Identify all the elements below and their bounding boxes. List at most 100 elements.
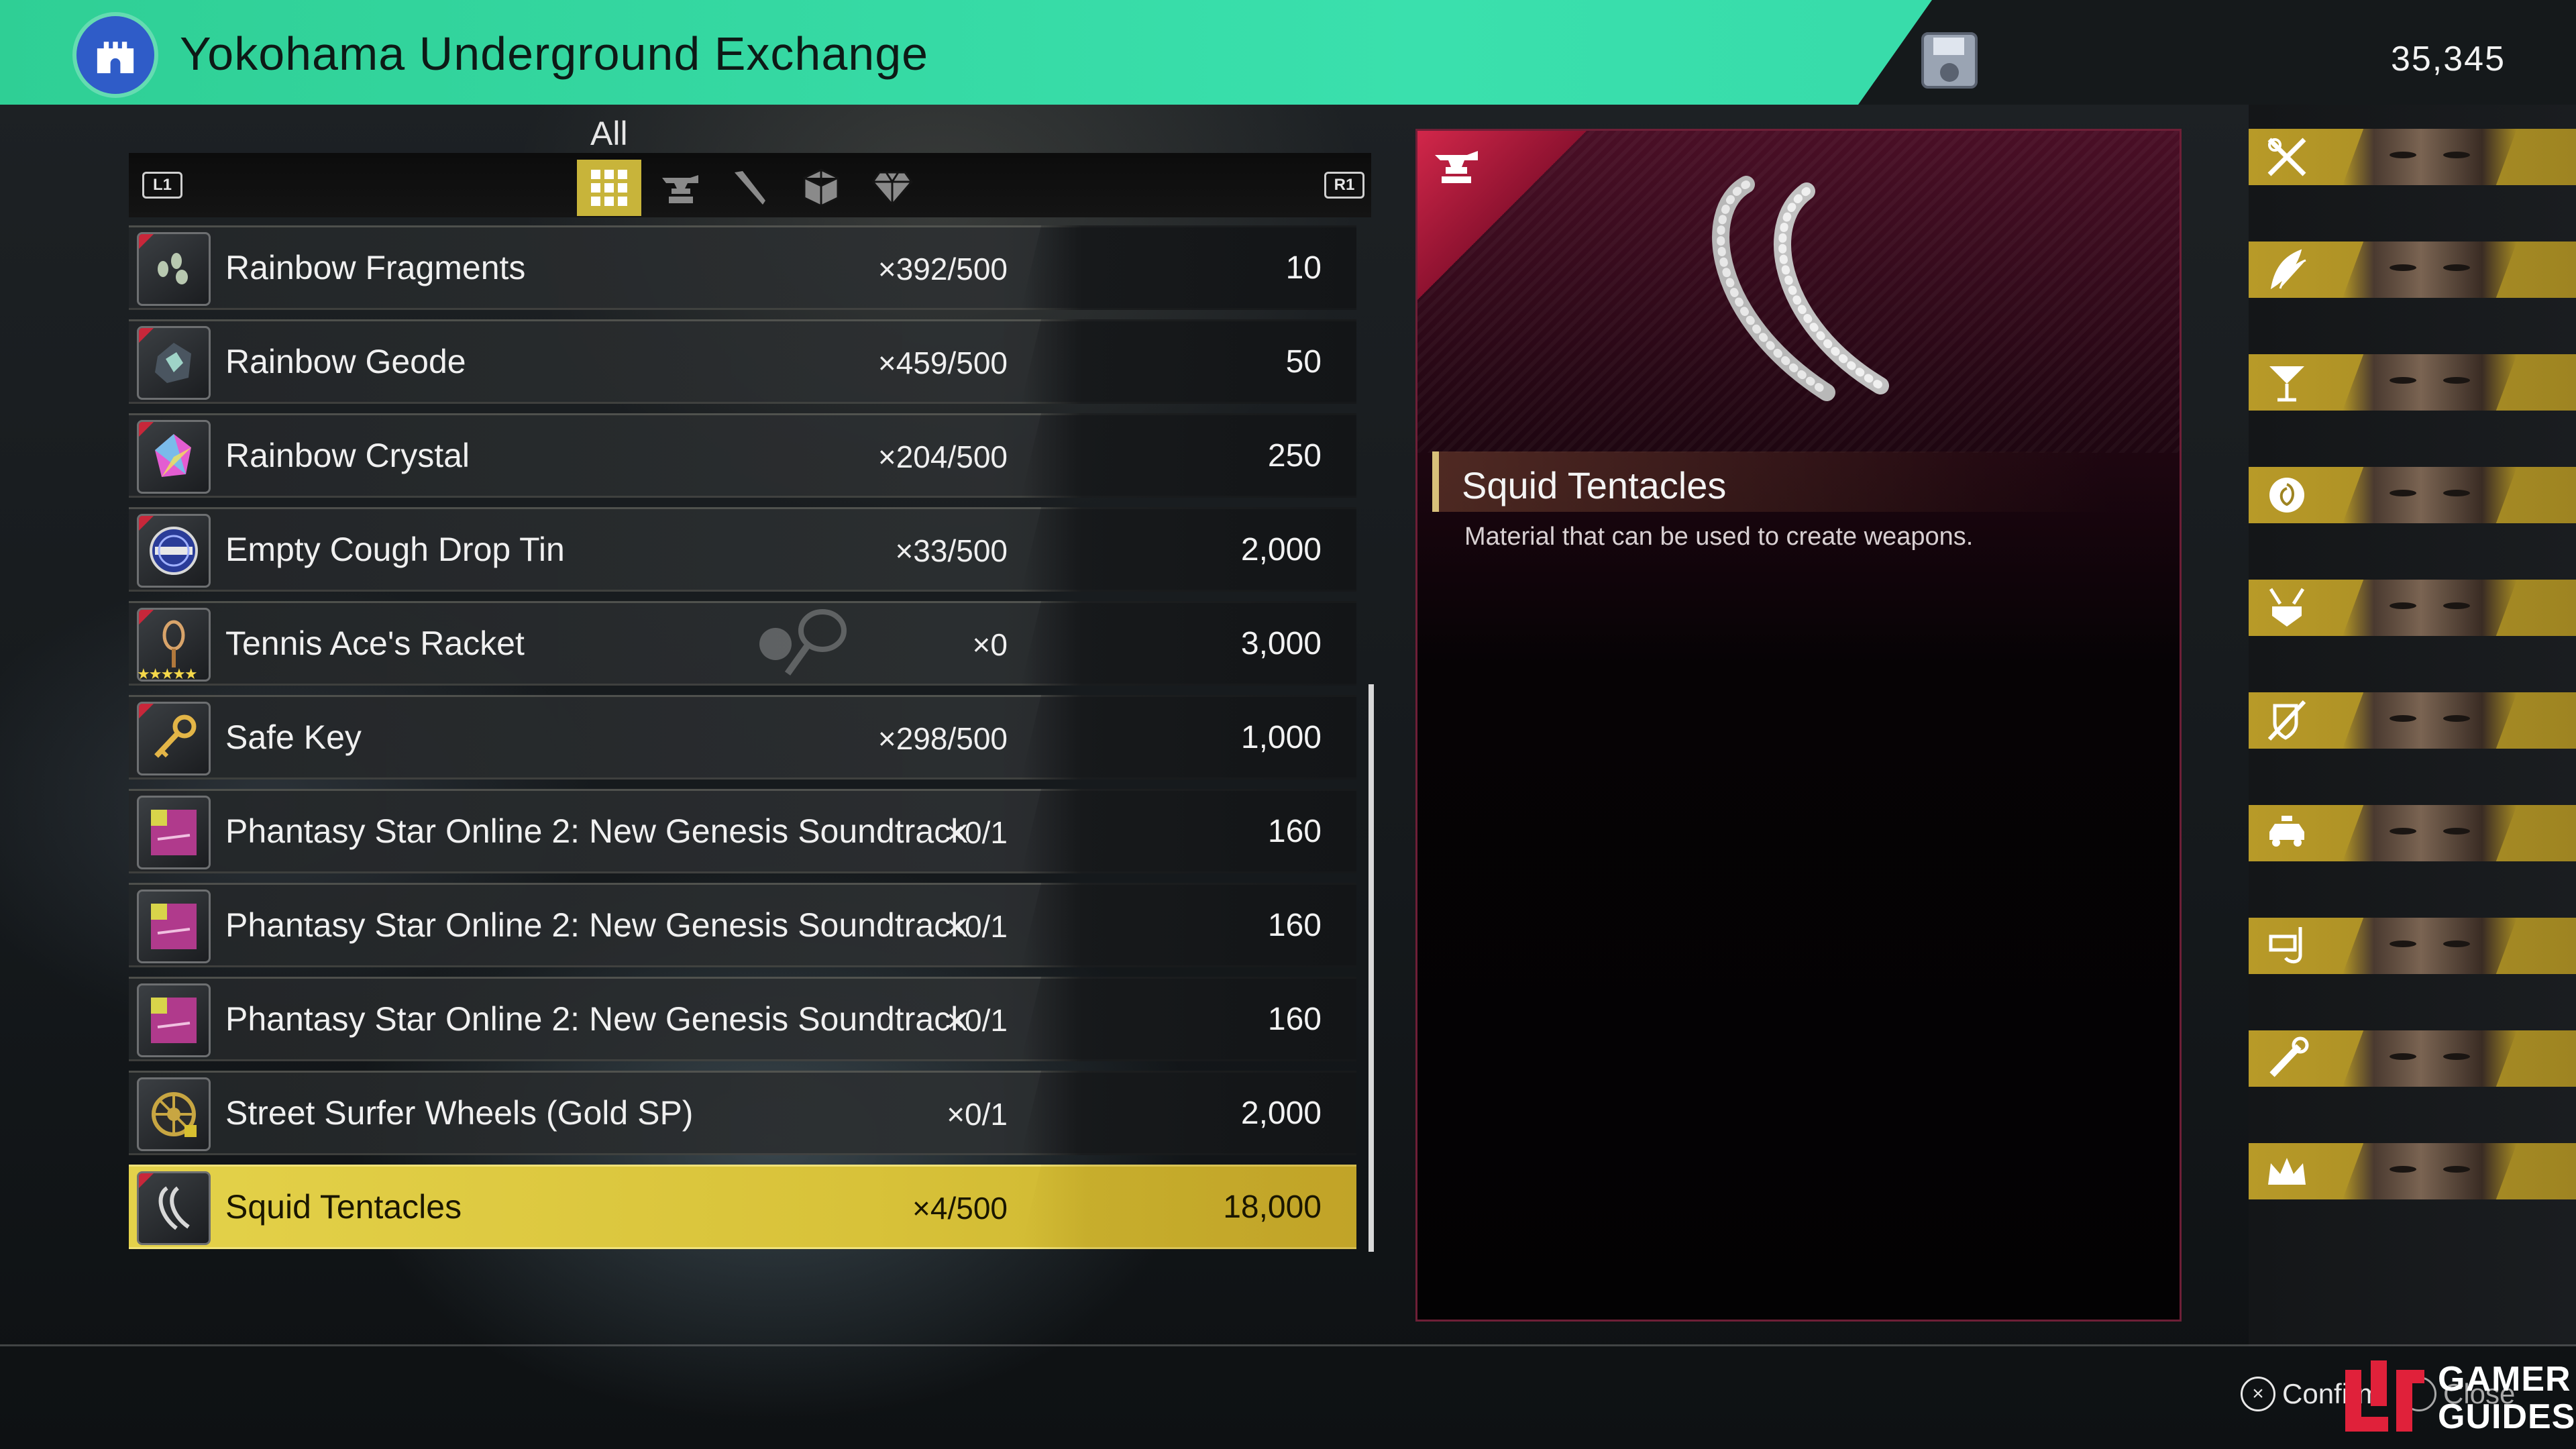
item-quantity: ×33/500 [895,533,1008,568]
crown-icon [2268,1158,2306,1185]
item-quantity: ×0/1 [947,815,1008,850]
item-name: Street Surfer Wheels (Gold SP) [225,1094,694,1132]
item-price: 160 [1267,814,1322,849]
tab-tools[interactable] [718,160,782,216]
samurai-helmet-icon [2269,588,2305,627]
list-item[interactable]: Safe Key ×298/500 1,000 [129,695,1356,780]
item-price: 160 [1267,1002,1322,1037]
item-quantity: ×0/1 [947,1097,1008,1132]
crossed-swords-icon [2267,138,2306,176]
tab-materials[interactable] [648,160,712,216]
detail-item-name: Squid Tentacles [1462,464,1727,506]
save-icon [1917,28,1982,93]
item-price: 2,000 [1240,1095,1322,1131]
item-quantity: ×204/500 [877,439,1008,474]
list-item[interactable]: Rainbow Crystal ×204/500 250 [129,413,1356,498]
item-name: Phantasy Star Online 2: New Genesis Soun… [225,812,968,850]
item-quantity: ×0 [972,627,1008,662]
snorkel-icon [2269,927,2302,963]
list-item[interactable]: Rainbow Fragments ×392/500 10 [129,225,1356,310]
list-item[interactable]: Rainbow Geode ×459/500 50 [129,319,1356,404]
item-quantity: ×0/1 [947,1003,1008,1038]
party-member[interactable] [2249,1143,2576,1199]
tab-all[interactable] [577,160,641,216]
geode-icon [137,326,211,400]
feathers-icon [2270,249,2306,290]
item-name: Phantasy Star Online 2: New Genesis Soun… [225,1000,968,1038]
list-item-selected[interactable]: Squid Tentacles ×4/500 18,000 [129,1165,1356,1249]
item-price: 160 [1267,908,1322,943]
crystal-icon [137,420,211,494]
rarity-stars: ★★★★★ [137,665,198,682]
tentacle-icon [137,1171,211,1245]
list-item[interactable]: Phantasy Star Online 2: New Genesis Soun… [129,883,1356,967]
tab-goods[interactable] [789,160,853,216]
watermark-text-2: GUIDES [2438,1397,2576,1436]
list-scrollbar[interactable] [1368,684,1374,1252]
grid-icon [591,170,627,206]
item-detail-panel: Squid Tentacles Material that can be use… [1415,129,2182,1322]
item-price: 10 [1285,250,1322,286]
list-item[interactable]: Phantasy Star Online 2: New Genesis Soun… [129,977,1356,1061]
shop-title: Yokohama Underground Exchange [180,28,929,80]
item-name: Squid Tentacles [225,1188,462,1226]
party-member[interactable] [2249,580,2576,636]
watermark-logo-icon [2345,1360,2424,1432]
money-counter: 35,345 [2390,40,2506,78]
racket-watermark-icon [759,609,847,676]
castle-icon [76,16,154,94]
needle-icon [735,171,765,205]
detail-item-description: Material that can be used to create weap… [1464,523,1974,551]
fragments-icon [137,232,211,306]
item-quantity: ×0/1 [947,909,1008,944]
party-member[interactable] [2249,241,2576,298]
category-label: All [590,115,628,152]
item-price: 50 [1285,344,1322,380]
party-member[interactable] [2249,692,2576,749]
key-icon [137,702,211,775]
party-member[interactable] [2249,467,2576,523]
item-name: Rainbow Fragments [225,249,526,286]
album-icon [137,796,211,869]
rose-icon [2269,478,2304,513]
item-quantity: ×392/500 [877,252,1008,286]
album-icon [137,983,211,1057]
item-name: Safe Key [225,718,362,756]
taxi-icon [2269,816,2304,847]
tin-icon [137,514,211,588]
list-item[interactable]: Phantasy Star Online 2: New Genesis Soun… [129,789,1356,873]
party-member[interactable] [2249,354,2576,411]
anvil-icon [1435,151,1478,183]
watermark: GAMER GUIDES [2341,1352,2575,1440]
r1-button-hint[interactable]: R1 [1324,172,1364,199]
item-price: 2,000 [1240,532,1322,568]
item-price: 3,000 [1240,626,1322,661]
item-name: Rainbow Geode [225,343,466,380]
sword-shield-icon [2267,700,2306,741]
list-item[interactable]: Street Surfer Wheels (Gold SP) ×0/1 2,00… [129,1071,1356,1155]
party-member[interactable] [2249,805,2576,861]
item-name: Tennis Ace's Racket [225,625,525,662]
party-column [2249,105,2576,1346]
party-member[interactable] [2249,918,2576,974]
list-item[interactable]: ★★★★★ Tennis Ace's Racket ×0 3,000 [129,601,1356,686]
item-name: Empty Cough Drop Tin [225,531,565,568]
wheel-icon [137,1077,211,1151]
album-icon [137,890,211,963]
item-price: 1,000 [1240,720,1322,755]
wrench-icon [2269,1036,2309,1077]
party-member[interactable] [2249,1030,2576,1087]
item-name: Rainbow Crystal [225,437,470,474]
party-member[interactable] [2249,129,2576,185]
tab-valuables[interactable] [860,160,924,216]
watermark-text-1: GAMER [2438,1360,2571,1399]
item-name: Phantasy Star Online 2: New Genesis Soun… [225,906,968,944]
item-price: 18,000 [1223,1189,1322,1225]
squid-tentacles-image [1712,176,1889,401]
l1-button-hint[interactable]: L1 [142,172,182,199]
anvil-icon [662,175,698,203]
footer-divider [0,1344,2576,1346]
cocktail-icon [2269,366,2304,402]
item-quantity: ×459/500 [877,345,1008,380]
list-item[interactable]: Empty Cough Drop Tin ×33/500 2,000 [129,507,1356,592]
